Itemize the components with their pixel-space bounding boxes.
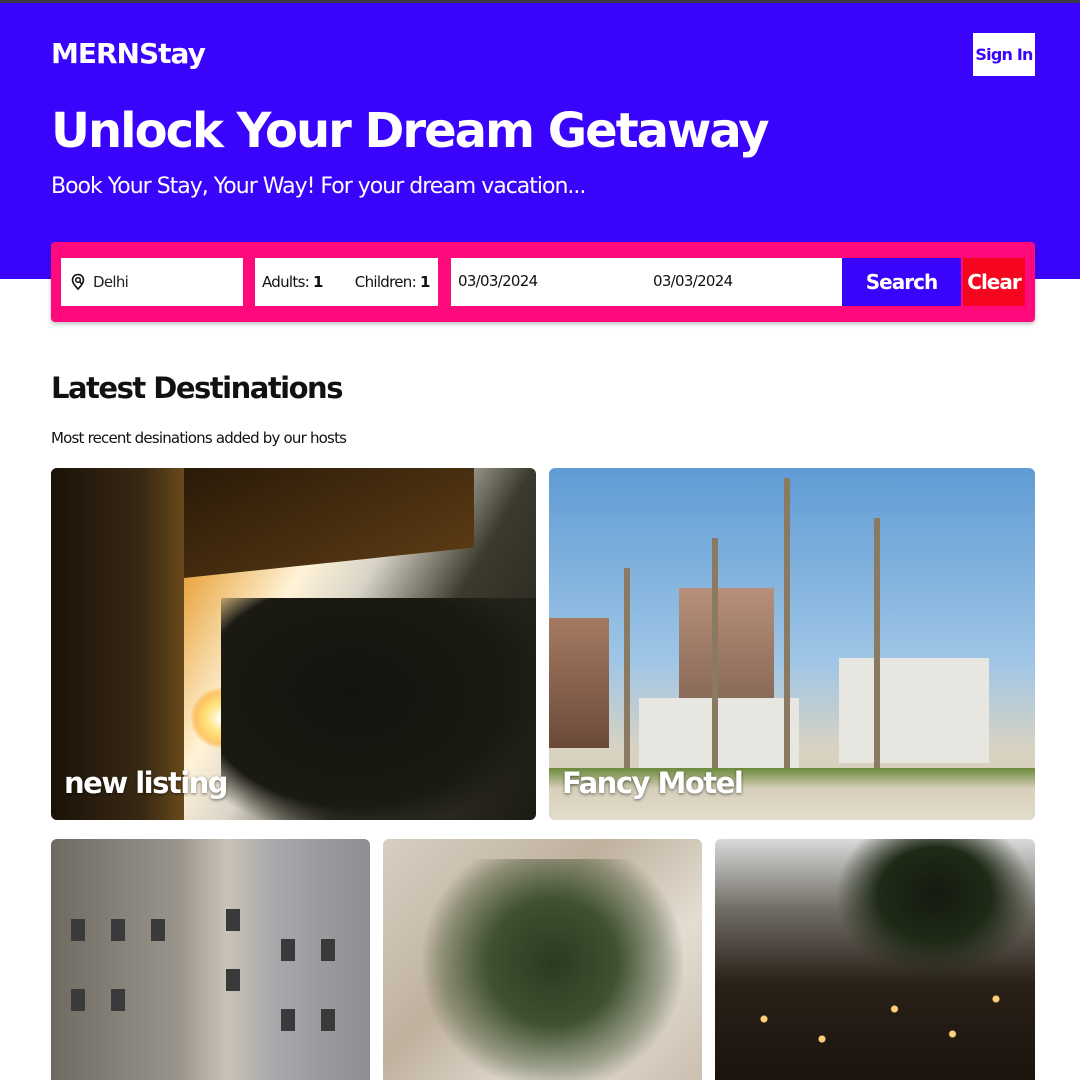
card-image-detail bbox=[839, 658, 989, 763]
card-image-detail bbox=[679, 588, 774, 698]
destination-card[interactable] bbox=[51, 839, 370, 1080]
guest-count-field: Adults: 1 Children: 1 bbox=[255, 258, 438, 306]
hero-header: MERNStay Sign In Unlock Your Dream Getaw… bbox=[0, 0, 1080, 279]
card-image-detail bbox=[111, 919, 125, 941]
latest-destinations-title: Latest Destinations bbox=[51, 371, 343, 405]
adults-value[interactable]: 1 bbox=[313, 273, 323, 291]
sign-in-button[interactable]: Sign In bbox=[973, 33, 1035, 76]
destination-card-name: new listing bbox=[64, 766, 229, 800]
card-image-detail bbox=[111, 989, 125, 1011]
card-image-detail bbox=[639, 698, 799, 768]
card-image-detail bbox=[321, 939, 335, 961]
destination-card[interactable] bbox=[383, 839, 702, 1080]
hero-subheadline: Book Your Stay, Your Way! For your dream… bbox=[51, 174, 586, 199]
children-label: Children: bbox=[354, 273, 417, 291]
location-search-icon bbox=[69, 273, 87, 291]
destination-card[interactable]: Fancy Motel bbox=[549, 468, 1035, 820]
card-image bbox=[549, 618, 609, 748]
children-stepper[interactable]: Children: 1 bbox=[354, 273, 431, 291]
destination-card[interactable] bbox=[715, 839, 1035, 1080]
card-image-detail bbox=[226, 909, 240, 931]
card-image-detail bbox=[712, 538, 718, 768]
card-image-detail bbox=[624, 568, 630, 768]
card-image bbox=[835, 839, 1035, 979]
brand-logo[interactable]: MERNStay bbox=[51, 37, 206, 70]
card-image-detail bbox=[874, 518, 880, 768]
search-button[interactable]: Search bbox=[842, 258, 961, 306]
clear-button[interactable]: Clear bbox=[963, 258, 1025, 306]
check-out-date-input[interactable]: 03/03/2024 bbox=[653, 272, 733, 290]
card-image-detail bbox=[281, 1009, 295, 1031]
card-image bbox=[423, 859, 683, 1080]
card-image-detail bbox=[184, 468, 474, 578]
hero-headline: Unlock Your Dream Getaway bbox=[51, 103, 770, 159]
card-image-detail bbox=[226, 969, 240, 991]
latest-destinations-subtitle: Most recent desinations added by our hos… bbox=[51, 429, 347, 447]
card-image-detail bbox=[784, 478, 790, 768]
destination-card[interactable]: new listing bbox=[51, 468, 536, 820]
card-image-detail bbox=[321, 1009, 335, 1031]
destination-field[interactable] bbox=[61, 258, 243, 306]
destination-card-name: Fancy Motel bbox=[562, 766, 744, 800]
destination-input[interactable] bbox=[93, 273, 233, 291]
check-in-date-input[interactable]: 03/03/2024 bbox=[458, 272, 538, 290]
card-image bbox=[71, 919, 85, 941]
adults-label: Adults: bbox=[262, 273, 310, 291]
adults-stepper[interactable]: Adults: 1 bbox=[262, 273, 323, 291]
card-image-detail bbox=[71, 989, 85, 1011]
children-value[interactable]: 1 bbox=[420, 273, 430, 291]
card-image-detail bbox=[221, 598, 536, 820]
search-bar: Adults: 1 Children: 1 03/03/2024 03/03/2… bbox=[51, 242, 1035, 322]
card-image-detail bbox=[281, 939, 295, 961]
card-image-detail bbox=[151, 919, 165, 941]
card-image-detail bbox=[735, 969, 1025, 1069]
date-range-field: 03/03/2024 03/03/2024 bbox=[451, 258, 843, 306]
